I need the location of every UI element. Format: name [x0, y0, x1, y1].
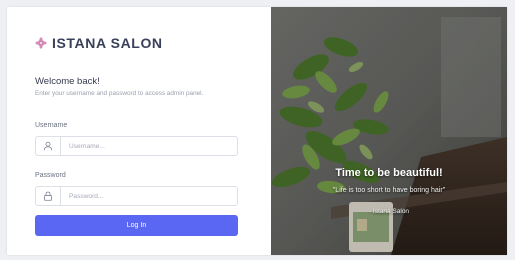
username-input[interactable]	[61, 137, 239, 155]
login-panel: ISTANA SALON Welcome back! Enter your us…	[7, 7, 271, 255]
photo-overlay	[271, 7, 507, 255]
lock-icon	[36, 187, 61, 205]
brand-name: ISTANA SALON	[52, 35, 163, 51]
welcome-heading: Welcome back!	[35, 76, 100, 87]
password-field-group	[35, 186, 239, 206]
password-input[interactable]	[61, 187, 239, 205]
login-button[interactable]: Log In	[35, 215, 238, 236]
username-field-group	[35, 136, 239, 156]
password-label: Password	[35, 172, 66, 179]
login-card: ISTANA SALON Welcome back! Enter your us…	[7, 7, 507, 255]
flower-icon	[35, 37, 47, 49]
login-subtitle: Enter your username and password to acce…	[35, 90, 204, 97]
hero-author: - Istana Salon	[368, 208, 410, 215]
brand-logo: ISTANA SALON	[35, 35, 163, 51]
hero-title: Time to be beautiful!	[335, 167, 443, 179]
username-label: Username	[35, 122, 68, 129]
hero-quote: "Life is too short to have boring hair"	[332, 187, 446, 194]
hero-panel: Time to be beautiful! "Life is too short…	[271, 7, 507, 255]
user-icon	[36, 137, 61, 155]
